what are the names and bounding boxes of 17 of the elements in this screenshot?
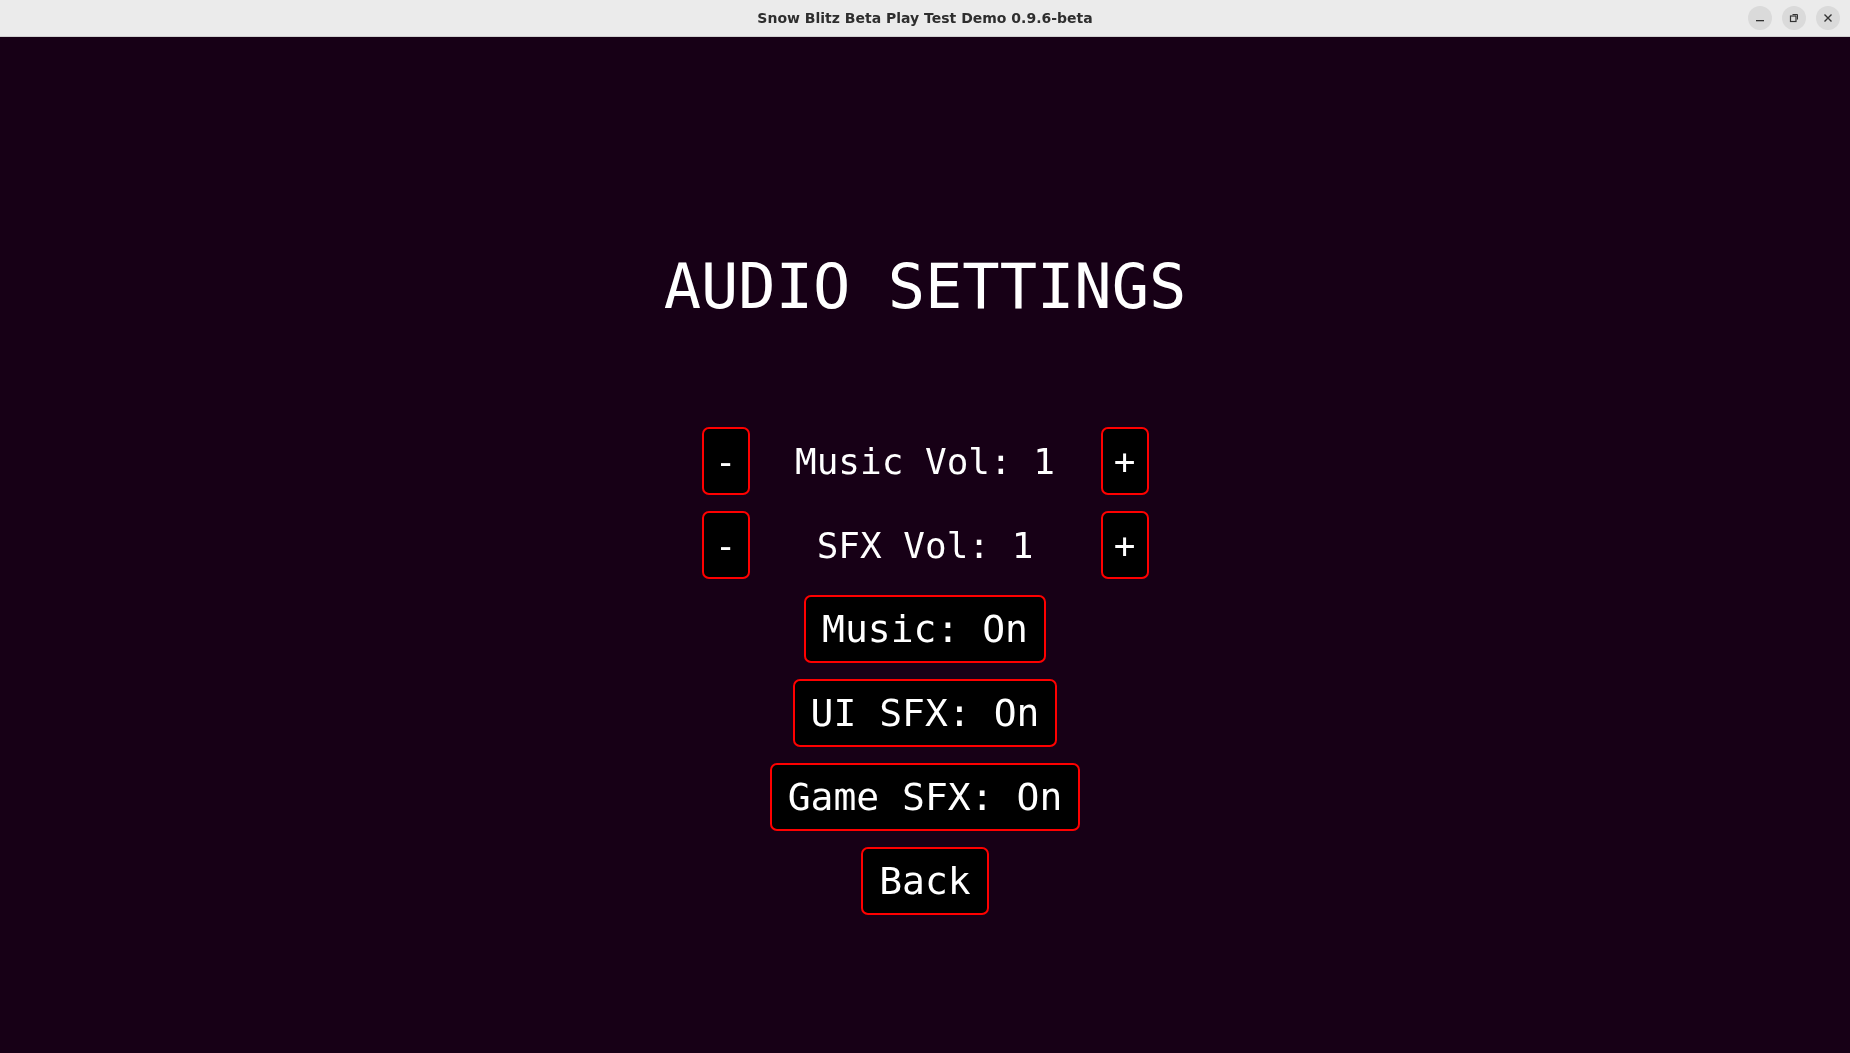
page-heading: AUDIO SETTINGS [663, 251, 1187, 323]
decrease-button[interactable]: - [701, 511, 750, 579]
menu-button[interactable]: Music: On [804, 595, 1046, 663]
volume-label: SFX Vol: 1 [815, 524, 1035, 566]
increase-button[interactable]: + [1100, 427, 1149, 495]
increase-button[interactable]: + [1100, 511, 1149, 579]
menu-button[interactable]: Back [861, 847, 989, 915]
decrease-button[interactable]: - [701, 427, 750, 495]
restore-button[interactable] [1782, 6, 1806, 30]
menu-button[interactable]: Game SFX: On [769, 763, 1081, 831]
minimize-icon [1756, 20, 1764, 22]
menu-button[interactable]: UI SFX: On [792, 679, 1058, 747]
close-icon [1823, 13, 1833, 23]
window-title: Snow Blitz Beta Play Test Demo 0.9.6-beta [757, 10, 1093, 26]
close-button[interactable] [1816, 6, 1840, 30]
volume-label: Music Vol: 1 [793, 440, 1057, 482]
restore-icon [1789, 13, 1799, 23]
